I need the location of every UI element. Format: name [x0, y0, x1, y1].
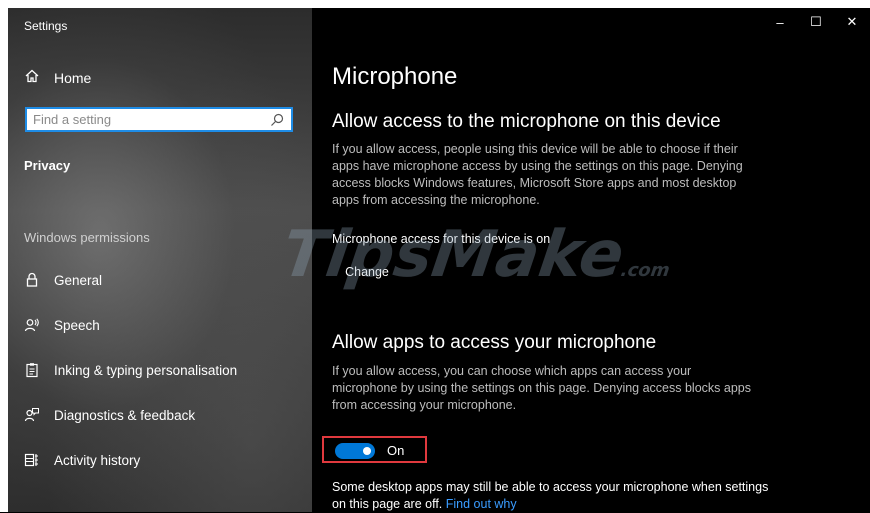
- window-title: Settings: [24, 19, 68, 33]
- clipboard-icon: [24, 362, 40, 378]
- activity-history-icon: [24, 452, 40, 468]
- desktop-apps-note: Some desktop apps may still be able to a…: [332, 479, 772, 513]
- window-controls: – ☐ ✕: [762, 8, 870, 36]
- sidebar-item-label: Speech: [54, 317, 100, 333]
- section-label-privacy: Privacy: [24, 158, 71, 173]
- toggle-state-label: On: [387, 443, 405, 458]
- note-text: Some desktop apps may still be able to a…: [332, 480, 769, 511]
- home-label: Home: [54, 70, 92, 86]
- apps-access-toggle[interactable]: [335, 443, 375, 459]
- toggle-highlight: On: [322, 436, 427, 463]
- sidebar-item-inking-typing[interactable]: Inking & typing personalisation: [24, 358, 237, 382]
- sidebar-item-diagnostics-feedback[interactable]: Diagnostics & feedback: [24, 403, 195, 427]
- sidebar-item-speech[interactable]: Speech: [24, 313, 100, 337]
- search-input[interactable]: [27, 110, 269, 129]
- find-out-why-link[interactable]: Find out why: [446, 497, 517, 511]
- sidebar-item-label: Activity history: [54, 452, 141, 468]
- toggle-knob: [363, 447, 371, 455]
- maximize-button[interactable]: ☐: [798, 8, 834, 36]
- home-icon: [24, 68, 40, 89]
- speech-icon: [24, 317, 40, 333]
- close-button[interactable]: ✕: [834, 8, 870, 36]
- lock-icon: [24, 272, 40, 288]
- sidebar-item-label: Diagnostics & feedback: [54, 407, 196, 423]
- change-button[interactable]: Change: [332, 259, 402, 285]
- main-content: – ☐ ✕ Microphone Allow access to the mic…: [312, 8, 870, 512]
- sidebar-item-activity-history[interactable]: Activity history: [24, 448, 140, 472]
- feedback-icon: [24, 407, 40, 423]
- minimize-button[interactable]: –: [762, 8, 798, 36]
- search-box[interactable]: [25, 107, 293, 132]
- apps-access-heading: Allow apps to access your microphone: [332, 332, 657, 353]
- device-access-heading: Allow access to the microphone on this d…: [332, 111, 721, 132]
- home-nav-item[interactable]: Home: [24, 66, 91, 90]
- sidebar: Settings Home Privacy Windows permission…: [8, 8, 312, 512]
- search-icon[interactable]: [269, 112, 285, 128]
- group-label-windows-permissions: Windows permissions: [24, 230, 150, 245]
- sidebar-item-label: Inking & typing personalisation: [54, 362, 238, 378]
- page-title: Microphone: [332, 63, 458, 90]
- sidebar-item-general[interactable]: General: [24, 268, 102, 292]
- device-access-status: Microphone access for this device is on: [332, 232, 551, 246]
- device-access-description: If you allow access, people using this d…: [332, 142, 743, 207]
- sidebar-item-label: General: [54, 272, 103, 288]
- apps-access-description: If you allow access, you can choose whic…: [332, 364, 751, 412]
- settings-window: Settings Home Privacy Windows permission…: [0, 0, 870, 512]
